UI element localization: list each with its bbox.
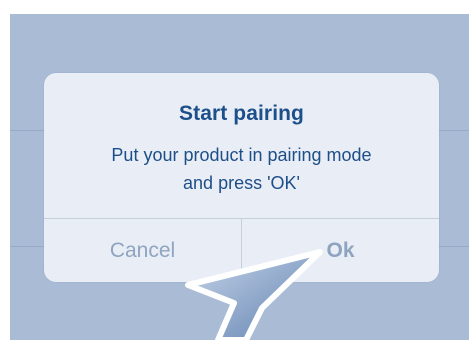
- pairing-alert-dialog: Start pairing Put your product in pairin…: [44, 73, 439, 282]
- dialog-title: Start pairing: [179, 102, 304, 125]
- screen: Start pairing Put your product in pairin…: [0, 0, 469, 340]
- cancel-button[interactable]: Cancel: [44, 219, 241, 282]
- ok-button[interactable]: Ok: [242, 219, 439, 282]
- dialog-message: Put your product in pairing mode and pre…: [111, 145, 372, 193]
- top-strip: [0, 0, 469, 14]
